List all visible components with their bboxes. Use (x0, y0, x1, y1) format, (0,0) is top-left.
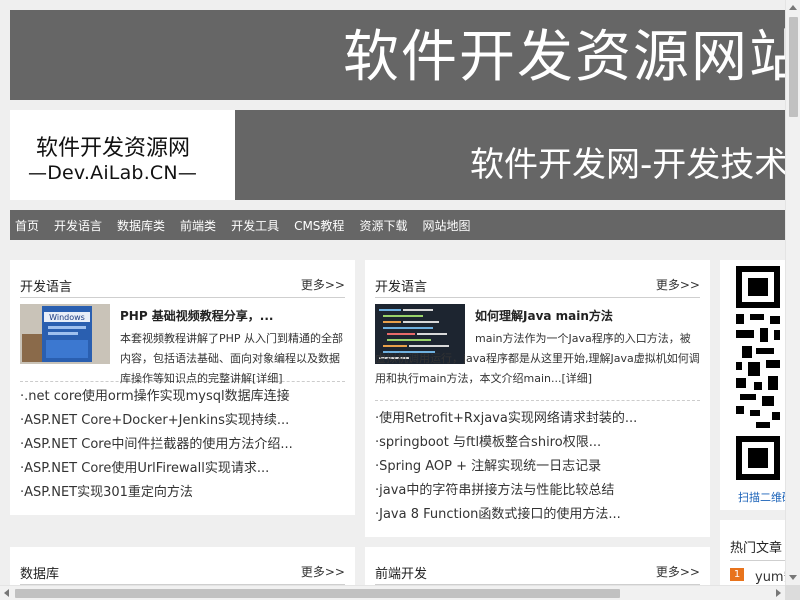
vertical-scrollbar[interactable] (785, 0, 800, 585)
panel-title: 数据库 (20, 567, 60, 582)
scroll-left-icon[interactable] (4, 589, 9, 597)
panel-title: 前端开发 (375, 567, 428, 582)
hot-item-link[interactable]: yum安装 (755, 566, 785, 585)
more-link[interactable]: 更多>> (656, 563, 700, 580)
logo-title: 软件开发资源网 (36, 136, 191, 161)
site-logo[interactable]: 软件开发资源网 —Dev.AiLab.CN— (10, 110, 235, 200)
book-thumbnail[interactable]: Windows (20, 304, 110, 364)
featured-article: Windows PHP 基础视频教程分享，... 本套视频教程讲解了PHP 从入… (20, 304, 345, 385)
panel-header: 前端开发 更多>> (375, 563, 700, 585)
panel-header: 数据库 更多>> (20, 563, 345, 585)
article-list: ·.net core使用orm操作实现mysql数据库连接 ·ASP.NET C… (20, 385, 345, 505)
qr-caption: 扫描二维码关注我们 (738, 491, 785, 504)
list-item[interactable]: ·ASP.NET Core+Docker+Jenkins实现持续... (20, 409, 345, 433)
logo-domain: —Dev.AiLab.CN— (28, 162, 198, 184)
featured-description: 本套视频教程讲解了PHP 从入门到精通的全部内容，包括语法基础、面向对象编程以及… (120, 329, 345, 389)
nav-item-frontend[interactable]: 前端类 (180, 217, 216, 234)
slogan-text: 软件开发网-开发技术资源分享 (470, 145, 800, 185)
divider (375, 400, 700, 401)
nav-item-database[interactable]: 数据库类 (117, 217, 165, 234)
nav-item-languages[interactable]: 开发语言 (54, 217, 102, 234)
nav-item-cms[interactable]: CMS教程 (294, 217, 344, 234)
nav-item-tools[interactable]: 开发工具 (231, 217, 279, 234)
more-link[interactable]: 更多>> (301, 276, 345, 293)
slogan-banner: 软件开发网-开发技术资源分享 (235, 110, 800, 200)
panel-title: 开发语言 (375, 280, 428, 295)
banner-title: 软件开发资源网站标题 (343, 25, 800, 90)
scroll-right-icon[interactable] (776, 589, 781, 597)
read-more-link[interactable]: [详细] (561, 372, 592, 385)
article-list: ·使用Retrofit+Rxjava实现网络请求封装的... ·springbo… (375, 407, 700, 527)
list-item[interactable]: ·使用Retrofit+Rxjava实现网络请求封装的... (375, 407, 700, 431)
page: 软件开发资源网站标题 软件开发资源网 —Dev.AiLab.CN— 软件开发网-… (0, 0, 800, 600)
list-item[interactable]: ·ASP.NET Core中间件拦截器的使用方法介绍... (20, 433, 345, 457)
read-more-link[interactable]: [详细] (252, 372, 283, 385)
list-item[interactable]: ·java中的字符串拼接方法与性能比较总结 (375, 479, 700, 503)
featured-article: 如何理解Java main方法 main方法作为一个Java程序的入口方法，被虚… (375, 304, 700, 392)
scroll-up-icon[interactable] (789, 5, 797, 10)
main-nav: 首页 开发语言 数据库类 前端类 开发工具 CMS教程 资源下载 网站地图 (10, 210, 785, 240)
panel-header: 开发语言 更多>> (375, 276, 700, 298)
more-link[interactable]: 更多>> (656, 276, 700, 293)
panel-languages-2: 开发语言 更多>> 如何理解Java main方法 main方法作为一个Java… (365, 260, 710, 537)
scroll-corner (785, 585, 800, 600)
featured-desc-text: main方法作为一个Java程序的入口方法，被虚拟机调用运行，java程序都是从… (375, 332, 700, 385)
nav-item-home[interactable]: 首页 (15, 217, 39, 234)
scroll-down-icon[interactable] (789, 575, 797, 580)
featured-description: main方法作为一个Java程序的入口方法，被虚拟机调用运行，java程序都是从… (375, 329, 700, 389)
list-item[interactable]: ·Spring AOP + 注解实现统一日志记录 (375, 455, 700, 479)
qr-code-panel: 扫描二维码关注我们 (720, 260, 785, 510)
list-item[interactable]: ·.net core使用orm操作实现mysql数据库连接 (20, 385, 345, 409)
list-item[interactable]: ·Java 8 Function函数式接口的使用方法... (375, 503, 700, 527)
horizontal-scrollbar[interactable] (0, 585, 785, 600)
rank-badge: 1 (730, 568, 744, 581)
more-link[interactable]: 更多>> (301, 563, 345, 580)
qr-code-icon (736, 266, 784, 488)
list-item[interactable]: ·springboot 与ftl模板整合shiro权限... (375, 431, 700, 455)
nav-item-sitemap[interactable]: 网站地图 (422, 217, 470, 234)
divider (730, 560, 785, 561)
nav-item-downloads[interactable]: 资源下载 (359, 217, 407, 234)
featured-title[interactable]: 如何理解Java main方法 (475, 307, 613, 324)
featured-desc-text: 本套视频教程讲解了PHP 从入门到精通的全部内容，包括语法基础、面向对象编程以及… (120, 332, 344, 385)
panel-languages-1: 开发语言 更多>> Windows PHP 基础视频教程分享，... 本套视频教… (10, 260, 355, 515)
list-item[interactable]: ·ASP.NET Core使用UrlFirewall实现请求... (20, 457, 345, 481)
panel-header: 开发语言 更多>> (20, 276, 345, 298)
scroll-thumb[interactable] (789, 17, 798, 117)
hot-title: 热门文章 (730, 541, 783, 556)
top-banner: 软件开发资源网站标题 (10, 10, 800, 100)
featured-title[interactable]: PHP 基础视频教程分享，... (120, 307, 274, 324)
svg-text:Windows: Windows (49, 313, 85, 322)
panel-title: 开发语言 (20, 280, 73, 295)
scroll-thumb[interactable] (15, 589, 620, 598)
list-item[interactable]: ·ASP.NET实现301重定向方法 (20, 481, 345, 505)
